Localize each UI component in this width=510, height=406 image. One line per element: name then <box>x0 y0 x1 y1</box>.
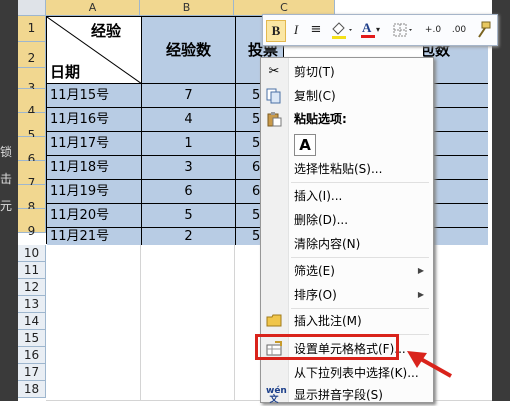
row-header[interactable]: 4 <box>18 89 46 118</box>
submenu-arrow-icon: ▶ <box>417 266 424 275</box>
diagonal-bottom-label: 日期 <box>50 63 81 81</box>
menu-item-phonetic[interactable]: wén 文 显示拼音字段(S) <box>261 384 433 406</box>
paste-values-button[interactable]: A <box>294 134 316 156</box>
diagonal-top-label: 经验 <box>91 22 122 40</box>
borders-icon <box>393 23 412 37</box>
date-cell[interactable]: 11月15号 <box>47 84 142 108</box>
menu-item-paste-special[interactable]: 选择性粘贴(S)... <box>261 158 433 180</box>
font-color-button[interactable]: A ▾ <box>360 20 384 40</box>
row-header[interactable]: 6 <box>18 137 46 166</box>
menu-separator <box>291 308 429 309</box>
select-all-corner[interactable] <box>18 0 46 16</box>
menu-separator <box>291 182 429 183</box>
scissors-icon: ✂ <box>268 64 280 79</box>
menu-item-label: 删除(D)... <box>294 213 349 227</box>
bold-button[interactable]: B <box>266 20 286 42</box>
paste-icon <box>266 111 282 127</box>
date-cell[interactable]: 11月19号 <box>47 180 142 204</box>
menu-item-label: 排序(O) <box>294 288 337 302</box>
column-header-a[interactable]: A <box>46 0 140 16</box>
date-cell[interactable]: 11月20号 <box>47 204 142 228</box>
format-painter-icon <box>478 21 491 38</box>
fill-color-button[interactable] <box>329 20 355 40</box>
italic-button[interactable]: I <box>288 20 304 40</box>
menu-item-delete[interactable]: 删除(D)... <box>261 209 433 231</box>
left-text-fragment: 击 <box>0 172 13 186</box>
menu-item-label: 筛选(E) <box>294 264 335 278</box>
pointer-arrow-icon <box>407 351 452 378</box>
format-painter-button[interactable] <box>473 20 493 40</box>
menu-item-label: 显示拼音字段(S) <box>294 388 383 402</box>
exp-cell[interactable]: 2 <box>142 228 236 245</box>
row-header[interactable]: 17 <box>18 364 46 381</box>
exp-cell[interactable]: 7 <box>142 84 236 108</box>
menu-item-label: 选择性粘贴(S)... <box>294 162 383 176</box>
exp-cell[interactable]: 4 <box>142 108 236 132</box>
menu-item-paste-options: 粘贴选项: <box>261 108 433 130</box>
borders-button[interactable] <box>392 20 416 40</box>
paint-bucket-icon <box>332 22 352 39</box>
row-header[interactable]: 18 <box>18 381 46 398</box>
left-background: 锁 击 元 <box>0 0 18 401</box>
menu-item-label: 插入(I)... <box>294 189 343 203</box>
menu-item-label: 粘贴选项: <box>294 112 347 126</box>
diagonal-header-cell[interactable]: 经验 日期 <box>47 17 142 84</box>
menu-item-insert[interactable]: 插入(I)... <box>261 185 433 207</box>
exp-cell[interactable]: 1 <box>142 132 236 156</box>
menu-item-sort[interactable]: 排序(O) ▶ <box>261 284 433 306</box>
row-header[interactable]: 16 <box>18 347 46 364</box>
menu-item-filter[interactable]: 筛选(E) ▶ <box>261 260 433 282</box>
date-cell[interactable]: 11月21号 <box>47 228 142 245</box>
row-header[interactable]: 12 <box>18 279 46 296</box>
row-header[interactable]: 13 <box>18 296 46 313</box>
date-cell[interactable]: 11月17号 <box>47 132 142 156</box>
right-background <box>492 0 510 401</box>
date-cell[interactable]: 11月16号 <box>47 108 142 132</box>
empty-column-b[interactable] <box>141 245 235 401</box>
row-header[interactable]: 1 <box>18 16 46 42</box>
menu-item-label: 剪切(T) <box>294 65 335 79</box>
row-header[interactable]: 5 <box>18 113 46 142</box>
menu-item-copy[interactable]: 复制(C) <box>261 85 433 107</box>
row-header[interactable]: 7 <box>18 161 46 190</box>
row-header[interactable]: 8 <box>18 185 46 214</box>
menu-separator <box>291 257 429 258</box>
menu-item-insert-comment[interactable]: 插入批注(M) <box>261 310 433 332</box>
increase-decimal-button[interactable]: +.0 <box>421 20 445 40</box>
copy-icon <box>266 88 282 104</box>
date-cell[interactable]: 11月18号 <box>47 156 142 180</box>
header-exp[interactable]: 经验数 <box>142 17 236 84</box>
submenu-arrow-icon: ▶ <box>417 290 424 299</box>
mini-toolbar: B I ≡ A ▾ +.0 .00 <box>262 14 498 46</box>
column-header-b[interactable]: B <box>140 0 234 16</box>
row-header[interactable]: 15 <box>18 330 46 347</box>
comment-icon <box>266 313 282 329</box>
menu-item-label: 清除内容(N) <box>294 237 361 251</box>
left-text-fragment: 锁 <box>0 145 13 159</box>
row-header[interactable]: 2 <box>18 42 46 68</box>
menu-item-label: 从下拉列表中选择(K)... <box>294 366 419 380</box>
empty-column-a[interactable] <box>46 245 141 401</box>
row-header[interactable]: 11 <box>18 262 46 279</box>
exp-cell[interactable]: 6 <box>142 180 236 204</box>
row-header[interactable]: 14 <box>18 313 46 330</box>
row-header[interactable]: 10 <box>18 245 46 262</box>
align-button[interactable]: ≡ <box>308 20 324 40</box>
row-header[interactable]: 9 <box>18 209 46 238</box>
menu-item-label: 插入批注(M) <box>294 314 362 328</box>
menu-item-cut[interactable]: ✂ 剪切(T) <box>261 61 433 83</box>
exp-cell[interactable]: 5 <box>142 204 236 228</box>
menu-item-label: 复制(C) <box>294 89 336 103</box>
font-color-bar <box>361 35 375 38</box>
exp-cell[interactable]: 3 <box>142 156 236 180</box>
row-header[interactable]: 3 <box>18 68 46 95</box>
decrease-decimal-button[interactable]: .00 <box>447 20 471 40</box>
chevron-down-icon: ▾ <box>376 25 381 34</box>
highlight-box <box>255 334 399 360</box>
menu-item-clear[interactable]: 清除内容(N) <box>261 233 433 255</box>
left-text-fragment: 元 <box>0 199 13 213</box>
